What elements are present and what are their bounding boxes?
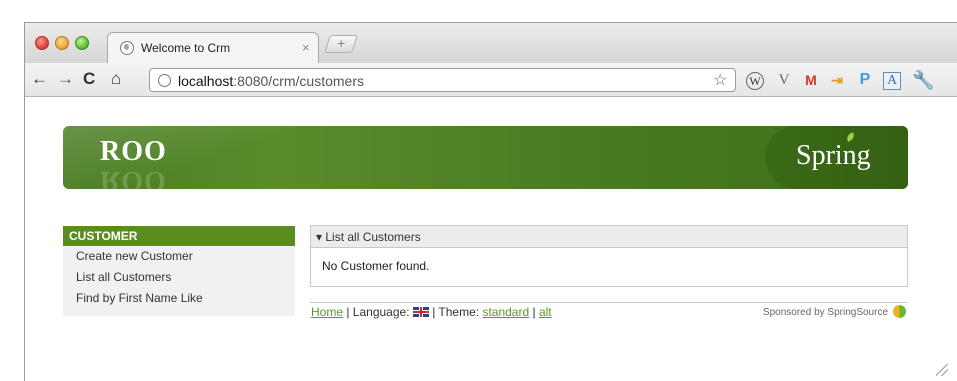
spring-logo: Spring: [796, 140, 871, 171]
empty-message: No Customer found.: [322, 259, 430, 273]
list-panel: ▾ List all Customers No Customer found.: [310, 225, 908, 287]
browser-window: Welcome to Crm × + ← → C ⌂ localhost:808…: [24, 22, 957, 381]
menu-item-list-customers[interactable]: List all Customers: [63, 267, 295, 288]
language-label: | Language:: [343, 305, 413, 319]
theme-standard-link[interactable]: standard: [482, 305, 529, 319]
panel-title[interactable]: ▾ List all Customers: [311, 226, 907, 248]
globe-icon: [120, 41, 134, 55]
roo-logo-reflection: ROO: [100, 165, 167, 189]
wrench-icon[interactable]: 🔧: [912, 71, 934, 91]
close-window-button[interactable]: [35, 36, 49, 50]
minimize-window-button[interactable]: [55, 36, 69, 50]
tab-strip: Welcome to Crm × +: [25, 23, 957, 63]
maximize-window-button[interactable]: [75, 36, 89, 50]
validator-extension-icon[interactable]: V: [774, 71, 794, 91]
wikipedia-extension-icon[interactable]: W: [746, 72, 764, 90]
home-link[interactable]: Home: [311, 305, 343, 319]
tab-welcome-to-crm[interactable]: Welcome to Crm ×: [107, 32, 319, 63]
close-tab-icon[interactable]: ×: [302, 40, 310, 55]
theme-label: | Theme:: [428, 305, 483, 319]
menu-item-create-customer[interactable]: Create new Customer: [63, 246, 295, 267]
home-icon[interactable]: ⌂: [111, 69, 121, 89]
springsource-icon[interactable]: [893, 305, 906, 318]
forward-arrow-icon[interactable]: →: [57, 69, 74, 89]
plug-extension-icon[interactable]: ⇥: [827, 71, 847, 91]
page-info-icon[interactable]: [158, 74, 171, 87]
resize-grip[interactable]: [936, 364, 948, 376]
sponsor-text: Sponsored by SpringSource: [762, 307, 888, 318]
page-content: ROO ROO Spring CUSTOMER Create new Custo…: [26, 98, 957, 381]
address-url[interactable]: localhost:8080/crm/customers: [178, 73, 364, 89]
tab-title: Welcome to Crm: [141, 41, 231, 55]
new-tab-button[interactable]: +: [324, 35, 358, 53]
address-bar[interactable]: localhost:8080/crm/customers ☆: [149, 68, 736, 92]
menu-heading: CUSTOMER: [63, 226, 295, 246]
plus-icon: +: [337, 35, 346, 51]
theme-alt-link[interactable]: alt: [539, 305, 552, 319]
sidebar-menu: CUSTOMER Create new Customer List all Cu…: [63, 226, 295, 316]
p-extension-icon[interactable]: P: [855, 71, 875, 91]
page-footer: Home | Language: | Theme: standard | alt…: [310, 302, 908, 322]
bookmark-star-icon[interactable]: ☆: [713, 70, 727, 90]
reload-icon[interactable]: C: [83, 69, 95, 89]
translate-extension-icon[interactable]: A: [883, 72, 901, 90]
back-arrow-icon[interactable]: ←: [31, 69, 48, 89]
header-banner: ROO ROO Spring: [63, 126, 908, 189]
uk-flag-icon[interactable]: [412, 307, 429, 317]
menu-item-find-by-first-name[interactable]: Find by First Name Like: [63, 288, 295, 309]
gmail-extension-icon[interactable]: M: [801, 71, 821, 91]
browser-toolbar: ← → C ⌂ localhost:8080/crm/customers ☆ W…: [25, 63, 957, 97]
